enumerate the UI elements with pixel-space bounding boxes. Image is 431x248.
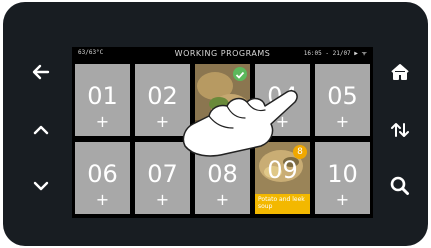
program-number: 05: [327, 82, 358, 110]
status-indicators: ▶ ᯤ: [354, 50, 367, 57]
scroll-up-button[interactable]: [29, 118, 53, 142]
add-icon: +: [155, 190, 170, 209]
program-tile-06[interactable]: 06 +: [75, 142, 130, 214]
sort-icon: [391, 123, 409, 137]
add-icon: +: [215, 190, 230, 209]
add-icon: +: [275, 112, 290, 131]
device-frame: 63/63°C WORKING PROGRAMS 16:05 - 21/07 ▶…: [3, 2, 428, 246]
program-badge: 8: [293, 145, 307, 159]
search-button[interactable]: [388, 174, 412, 198]
program-tile-02[interactable]: 02 +: [135, 64, 190, 136]
scroll-down-button[interactable]: [29, 174, 53, 198]
program-tile-09[interactable]: 09 8 Potato and leek soup: [255, 142, 310, 214]
program-number: 07: [147, 160, 178, 188]
display-screen: 63/63°C WORKING PROGRAMS 16:05 - 21/07 ▶…: [72, 47, 373, 218]
program-number: 02: [147, 82, 178, 110]
add-icon: +: [95, 112, 110, 131]
home-icon: [391, 64, 409, 80]
home-button[interactable]: [388, 60, 412, 84]
chevron-up-icon: [33, 125, 49, 135]
search-icon: [390, 176, 409, 195]
program-number: 09: [267, 156, 298, 184]
program-tile-05[interactable]: 05 +: [315, 64, 370, 136]
program-tile-03[interactable]: 03: [195, 64, 250, 136]
clock-readout: 16:05 - 21/07 ▶ ᯤ: [303, 50, 367, 57]
program-number: 04: [267, 82, 298, 110]
back-button[interactable]: [29, 60, 53, 84]
add-icon: +: [335, 190, 350, 209]
program-tile-07[interactable]: 07 +: [135, 142, 190, 214]
program-tile-04[interactable]: 04 +: [255, 64, 310, 136]
selected-check-icon: [233, 67, 247, 81]
sort-button[interactable]: [388, 118, 412, 142]
program-tile-08[interactable]: 08 +: [195, 142, 250, 214]
add-icon: +: [155, 112, 170, 131]
program-tile-10[interactable]: 10 +: [315, 142, 370, 214]
program-number: 06: [87, 160, 118, 188]
chevron-down-icon: [33, 181, 49, 191]
program-number: 01: [87, 82, 118, 110]
add-icon: +: [95, 190, 110, 209]
program-caption: Potato and leek soup: [255, 194, 310, 214]
program-number: 08: [207, 160, 238, 188]
program-tile-01[interactable]: 01 +: [75, 64, 130, 136]
status-bar: 63/63°C WORKING PROGRAMS 16:05 - 21/07 ▶…: [72, 47, 373, 60]
program-number: 10: [327, 160, 358, 188]
arrow-left-icon: [32, 64, 50, 80]
add-icon: +: [335, 112, 350, 131]
